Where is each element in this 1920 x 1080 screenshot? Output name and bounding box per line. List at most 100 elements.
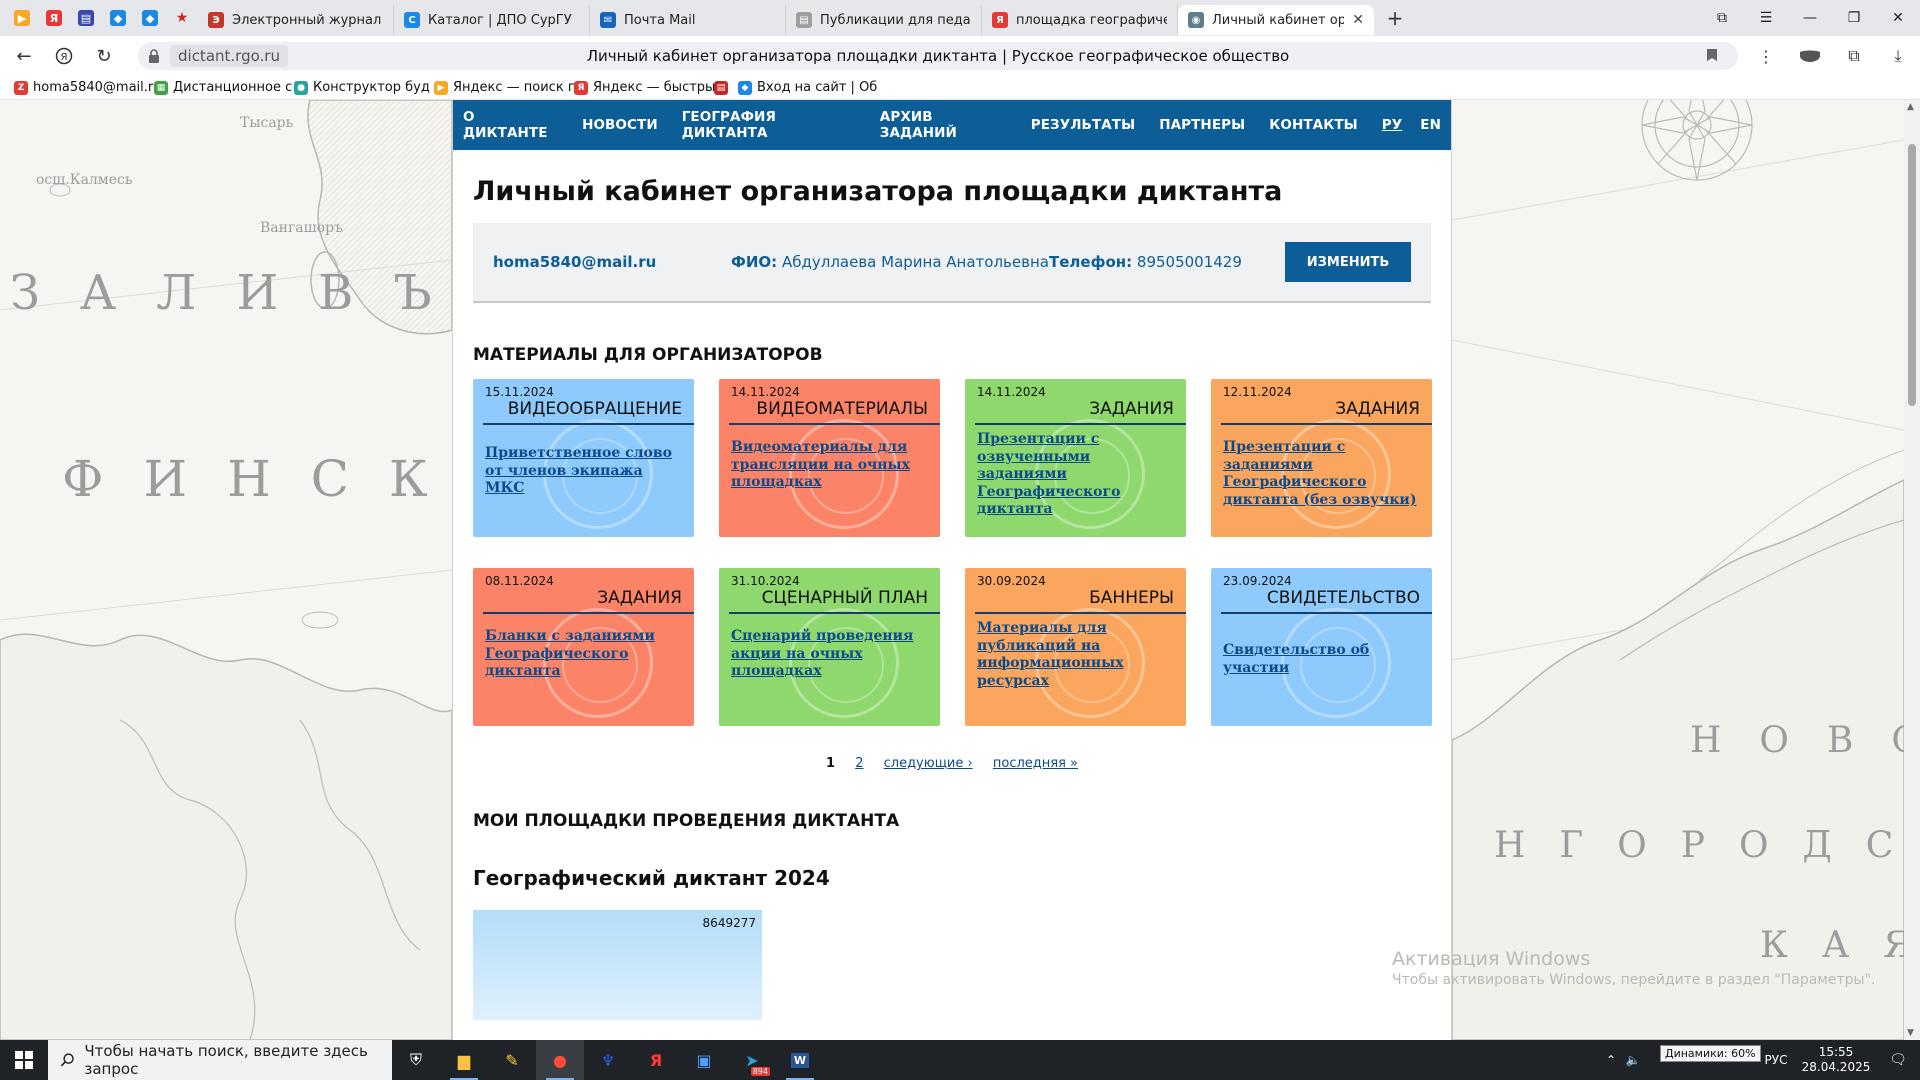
card-link[interactable]: Материалы для публикаций на информационн… <box>977 620 1176 690</box>
scroll-down-arrow[interactable]: ▼ <box>1907 1028 1914 1038</box>
pinned-tab-2[interactable]: Я <box>38 0 70 36</box>
card-divider <box>483 423 694 425</box>
taskbar-app-pen[interactable]: ✎ <box>488 1040 536 1080</box>
restore-button[interactable]: ❐ <box>1832 0 1876 36</box>
taskbar-app-window[interactable]: ▣ <box>680 1040 728 1080</box>
nav-link[interactable]: НОВОСТИ <box>582 117 658 133</box>
taskbar-app-telegram[interactable]: ➤ 894 <box>728 1040 776 1080</box>
browser-tab[interactable]: C Каталог | ДПО СурГУ <box>394 5 590 35</box>
card-link[interactable]: Свидетельство об участии <box>1223 642 1422 677</box>
next-page-link[interactable]: следующие › <box>884 756 973 771</box>
taskbar-search[interactable]: Чтобы начать поиск, введите здесь запрос <box>48 1040 392 1080</box>
protect-icon[interactable] <box>1788 49 1832 63</box>
yandex-home-button[interactable]: Я <box>44 36 84 76</box>
bookmark-label: Яндекс — быстры <box>593 80 714 95</box>
pinned-tab-3[interactable]: ▤ <box>70 0 102 36</box>
card-date: 31.10.2024 <box>731 574 800 588</box>
bookmark-item[interactable]: Я Яндекс — быстры <box>574 80 714 95</box>
user-email: homa5840@mail.ru <box>493 253 657 271</box>
close-window-button[interactable]: ✕ <box>1876 0 1920 36</box>
collections-icon[interactable]: ⧉ <box>1832 46 1876 66</box>
page-scrollbar[interactable]: ▲ ▼ <box>1904 100 1920 1040</box>
material-card: 30.09.2024 БАННЕРЫ Материалы для публикаци… <box>965 568 1186 726</box>
speaker-icon[interactable]: 🔈 <box>1622 1053 1644 1067</box>
bookmark-item[interactable]: ▤ <box>714 80 738 95</box>
scroll-up-arrow[interactable]: ▲ <box>1907 102 1914 112</box>
nav-link[interactable]: РЕЗУЛЬТАТЫ <box>1031 117 1135 133</box>
start-button[interactable] <box>0 1040 48 1080</box>
menu-icon[interactable]: ☰ <box>1744 0 1788 36</box>
card-link[interactable]: Приветственное слово от членов экипажа М… <box>485 445 684 498</box>
material-card: 14.11.2024 ЗАДАНИЯ Презентации с озвученны… <box>965 379 1186 537</box>
card-link[interactable]: Презентации с озвученными заданиями Геог… <box>977 431 1176 519</box>
close-tab-icon[interactable]: ✕ <box>1352 12 1364 28</box>
card-link[interactable]: Бланки с заданиями Географического дикта… <box>485 628 684 681</box>
card-link[interactable]: Сценарий проведения акции на очных площа… <box>731 628 930 681</box>
lang-en-link[interactable]: EN <box>1420 117 1441 133</box>
pinned-tab-5[interactable]: ◆ <box>134 0 166 36</box>
taskbar-app-yandex[interactable]: Я <box>632 1040 680 1080</box>
reload-button[interactable]: ↻ <box>84 36 124 76</box>
chevron-up-icon[interactable]: ⌃ <box>1600 1053 1622 1067</box>
nav-link[interactable]: ГЕОГРАФИЯ ДИКТАНТА <box>682 109 856 141</box>
tab-manager-icon[interactable]: ⧉ <box>1700 0 1744 36</box>
bookmark-item[interactable]: Zhoma5840@mail.r <box>14 80 154 95</box>
pinned-tabs: ▶ Я ▤ ◆ ◆ ★ <box>0 0 198 36</box>
card-link[interactable]: Презентации с заданиями Географического … <box>1223 439 1422 509</box>
browser-tab[interactable]: ✉ Почта Mail <box>590 5 786 35</box>
nav-link[interactable]: О ДИКТАНТЕ <box>463 109 558 141</box>
star-icon: ★ <box>174 10 190 26</box>
system-clock[interactable]: 15:55 28.04.2025 <box>1796 1045 1876 1075</box>
bookmark-item[interactable]: ▶ Яндекс — поиск п <box>434 80 574 95</box>
bookmark-favicon-icon: ▤ <box>714 80 728 95</box>
tab-title: Каталог | ДПО СурГУ <box>428 12 572 28</box>
yandex-browser-icon: ● <box>553 1050 567 1070</box>
pinned-tab-1[interactable]: ▶ <box>6 0 38 36</box>
bookmark-item[interactable]: ◆ Вход на сайт | Об <box>738 80 878 95</box>
taskbar-app-word[interactable]: W <box>776 1040 824 1080</box>
taskbar-app-explorer[interactable]: ▆ <box>440 1040 488 1080</box>
back-button[interactable]: ← <box>4 36 44 76</box>
card-category: БАННЕРЫ <box>1089 588 1174 608</box>
browser-tab[interactable]: ◉ Личный кабинет органи ✕ <box>1178 5 1374 35</box>
window-icon: ▣ <box>696 1050 712 1070</box>
card-category: ВИДЕОМАТЕРИАЛЫ <box>756 399 928 419</box>
browser-tab[interactable]: Э Электронный журнал — М <box>198 5 394 35</box>
last-page-link[interactable]: последняя » <box>993 756 1078 771</box>
bookmark-label: Конструктор буд <box>313 80 430 95</box>
bookmark-icon[interactable] <box>1706 48 1718 66</box>
nav-link[interactable]: ПАРТНЕРЫ <box>1159 117 1245 133</box>
card-link[interactable]: Видеоматериалы для трансляции на очных п… <box>731 439 930 492</box>
url-field[interactable]: dictant.rgo.ru Личный кабинет организато… <box>138 42 1738 70</box>
map-label: осш.Калмесь <box>36 172 133 188</box>
bookmark-item[interactable]: ● Конструктор буд <box>294 80 434 95</box>
bookmark-item[interactable]: ▦ Дистанционное с <box>154 80 294 95</box>
notifications-icon[interactable]: 🗨 <box>1876 1052 1920 1068</box>
pinned-tab-6[interactable]: ★ <box>166 0 198 36</box>
more-icon[interactable]: ⋮ <box>1744 47 1788 66</box>
play-icon: ▶ <box>14 10 30 26</box>
browser-tab[interactable]: ▤ Публикации для педагог <box>786 5 982 35</box>
nav-link[interactable]: КОНТАКТЫ <box>1269 117 1358 133</box>
new-tab-button[interactable]: + <box>1380 3 1410 33</box>
minimize-button[interactable]: — <box>1788 0 1832 36</box>
pinned-tab-4[interactable]: ◆ <box>102 0 134 36</box>
page-2-link[interactable]: 2 <box>855 756 863 771</box>
scrollbar-thumb[interactable] <box>1908 144 1916 406</box>
downloads-icon[interactable]: ⤓ <box>1876 46 1920 66</box>
lang-ru-link[interactable]: РУ <box>1382 117 1403 133</box>
my-sites-title: МОИ ПЛОЩАДКИ ПРОВЕДЕНИЯ ДИКТАНТА <box>473 811 900 831</box>
card-date: 15.11.2024 <box>485 385 554 399</box>
phone-label: Телефон: <box>1049 253 1133 271</box>
user-info-box: homa5840@mail.ru ФИО: Абдуллаева Марина … <box>473 223 1431 303</box>
nav-link[interactable]: АРХИВ ЗАДАНИЙ <box>880 109 1007 141</box>
taskbar-app-shield[interactable]: ⛨ <box>392 1040 440 1080</box>
edit-profile-button[interactable]: ИЗМЕНИТЬ <box>1285 242 1411 282</box>
site-card[interactable]: 8649277 <box>473 910 762 1020</box>
input-language[interactable]: РУС <box>1756 1053 1796 1067</box>
page-viewport: ЗАЛИВЪ ФИНСКО НОВО НГОРОДС КАЯ Тысарь ос… <box>0 100 1904 1040</box>
browser-tab[interactable]: Яплощадка географическ <box>982 5 1178 35</box>
language-switcher: РУ EN <box>1382 117 1441 133</box>
taskbar-app-yandex-browser[interactable]: ● <box>536 1040 584 1080</box>
taskbar-app-emblem[interactable]: ♆ <box>584 1040 632 1080</box>
